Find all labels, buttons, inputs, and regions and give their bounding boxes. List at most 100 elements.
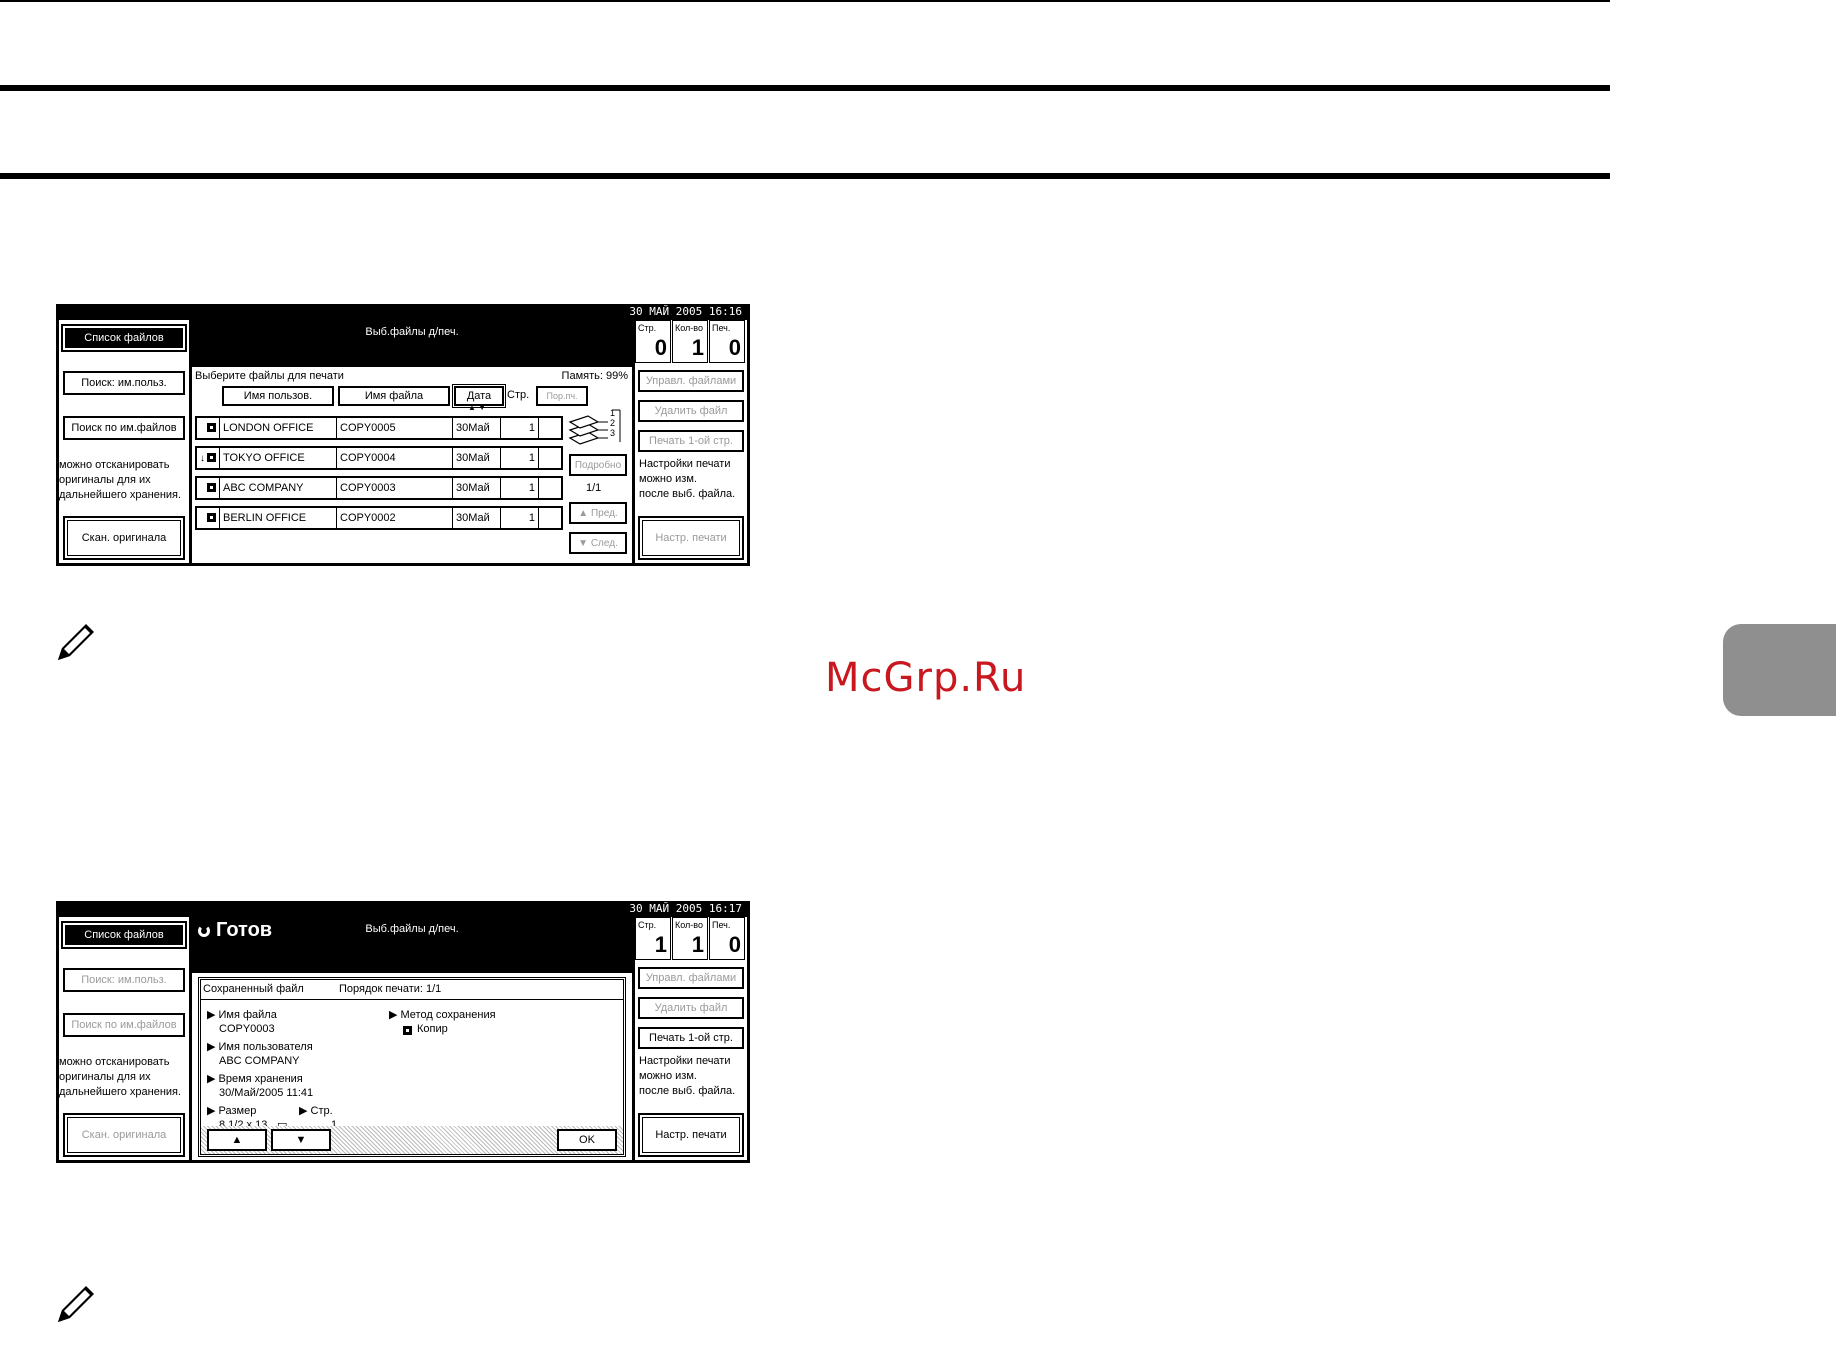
counter-value: 1 bbox=[691, 932, 704, 957]
settings-note-line-2: можно изм. bbox=[639, 473, 697, 485]
settings-note-line-1: Настройки печати bbox=[639, 458, 731, 470]
row-file: COPY0004 bbox=[337, 448, 453, 468]
sort-file-button[interactable]: Имя файла bbox=[338, 386, 450, 406]
settings-note-line-3: после выб. файла. bbox=[639, 1085, 736, 1097]
counter-printed: Печ. 0 bbox=[709, 917, 745, 960]
scan-info-line-1: можно отсканировать bbox=[59, 1056, 170, 1068]
ok-button[interactable]: OK bbox=[557, 1129, 617, 1151]
user-label: ▶ Имя пользователя bbox=[207, 1041, 313, 1053]
user-value: ABC COMPANY bbox=[219, 1055, 300, 1067]
file-name-label: ▶ Имя файла bbox=[207, 1009, 277, 1021]
scroll-down-button[interactable]: ▼ bbox=[271, 1129, 331, 1151]
page-indicator: 1/1 bbox=[586, 482, 602, 494]
scan-original-button[interactable]: Скан. оригинала bbox=[63, 1113, 185, 1157]
main-area: Готов Выб.файлы д/печ. Сохраненный файл … bbox=[192, 917, 632, 1160]
pages-label: ▶ Стр. bbox=[299, 1105, 333, 1117]
row-file: COPY0005 bbox=[337, 418, 453, 438]
print-order-stack-icon bbox=[568, 409, 621, 445]
print-order-text: Порядок печати: 1/1 bbox=[339, 983, 442, 995]
search-user-button[interactable]: Поиск: им.польз. bbox=[63, 968, 185, 992]
saved-file-heading: Сохраненный файл bbox=[203, 983, 304, 995]
counter-label: Печ. bbox=[712, 920, 731, 930]
row-file: COPY0003 bbox=[337, 478, 453, 498]
table-row[interactable]: BERLIN OFFICE COPY0002 30Май 1 bbox=[195, 506, 563, 530]
search-user-button[interactable]: Поиск: им.польз. bbox=[63, 371, 185, 395]
scan-info-line-3: дальнейшего хранения. bbox=[59, 489, 182, 501]
select-prompt: Выберите файлы для печати bbox=[195, 370, 344, 382]
counter-label: Кол-во bbox=[675, 323, 703, 333]
settings-note-line-3: после выб. файла. bbox=[639, 488, 736, 500]
scan-original-button[interactable]: Скан. оригинала bbox=[63, 516, 185, 560]
print-settings-button[interactable]: Настр. печати bbox=[638, 516, 744, 560]
main-area: Выб.файлы д/печ. Выберите файлы для печа… bbox=[192, 320, 632, 563]
memory-indicator: Память: 99% bbox=[561, 370, 628, 382]
counter-label: Печ. bbox=[712, 323, 731, 333]
row-user: TOKYO OFFICE bbox=[219, 448, 337, 468]
copy-file-icon bbox=[207, 483, 216, 492]
settings-note-line-1: Настройки печати bbox=[639, 1055, 731, 1067]
file-list-button[interactable]: Список файлов bbox=[61, 921, 187, 949]
counter-label: Кол-во bbox=[675, 920, 703, 930]
file-list-button[interactable]: Список файлов bbox=[61, 324, 187, 352]
printer-panel-file-details: 30 МАЙ 2005 16:17 Список файлов Поиск: и… bbox=[56, 901, 750, 1163]
delete-file-button[interactable]: Удалить файл bbox=[638, 400, 744, 422]
panel-datetime: 30 МАЙ 2005 16:16 bbox=[629, 305, 742, 318]
table-row[interactable]: LONDON OFFICE COPY0005 30Май 1 bbox=[195, 416, 563, 440]
search-file-button[interactable]: Поиск по им.файлов bbox=[63, 416, 185, 440]
table-row[interactable]: ABC COMPANY COPY0003 30Май 1 bbox=[195, 476, 563, 500]
copy-file-icon bbox=[403, 1026, 412, 1035]
screen-title: Выб.файлы д/печ. bbox=[365, 923, 459, 935]
counter-label: Стр. bbox=[638, 323, 657, 333]
print-first-page-button[interactable]: Печать 1-ой стр. bbox=[638, 1027, 744, 1049]
detail-button-bar: ▲ ▼ OK bbox=[201, 1126, 623, 1154]
left-column: Список файлов Поиск: им.польз. Поиск по … bbox=[59, 320, 189, 563]
search-file-button[interactable]: Поиск по им.файлов bbox=[63, 1013, 185, 1037]
print-order-button[interactable]: Пор.пч. bbox=[536, 386, 588, 406]
lock-icon: ↓ bbox=[200, 453, 205, 464]
title-bar: Готов Выб.файлы д/печ. bbox=[192, 917, 632, 973]
row-file: COPY0002 bbox=[337, 508, 453, 528]
row-user: LONDON OFFICE bbox=[219, 418, 337, 438]
top-rule bbox=[0, 0, 1610, 2]
panel-datetime: 30 МАЙ 2005 16:17 bbox=[629, 902, 742, 915]
file-name-value: COPY0003 bbox=[219, 1023, 275, 1035]
note-pencil-icon bbox=[58, 624, 94, 660]
prev-page-button[interactable]: ▲ Пред. bbox=[569, 502, 627, 524]
counter-value: 0 bbox=[654, 335, 667, 360]
row-user: BERLIN OFFICE bbox=[219, 508, 337, 528]
row-date: 30Май bbox=[453, 508, 501, 528]
detail-divider bbox=[201, 999, 623, 1000]
row-date: 30Май bbox=[453, 448, 501, 468]
time-value: 30/Май/2005 11:41 bbox=[219, 1087, 314, 1099]
table-row[interactable]: ↓ TOKYO OFFICE COPY0004 30Май 1 bbox=[195, 446, 563, 470]
counter-value: 1 bbox=[691, 335, 704, 360]
counter-quantity: Кол-во 1 bbox=[672, 917, 708, 960]
details-button[interactable]: Подробно bbox=[569, 454, 627, 476]
pages-column-header: Стр. bbox=[507, 389, 530, 401]
next-page-button[interactable]: ▼ След. bbox=[569, 532, 627, 554]
right-column: Стр. 1 Кол-во 1 Печ. 0 Управл. файлами У… bbox=[635, 917, 747, 1160]
right-column: Стр. 0 Кол-во 1 Печ. 0 Управл. файлами У… bbox=[635, 320, 747, 563]
settings-note-line-2: можно изм. bbox=[639, 1070, 697, 1082]
method-value: Копир bbox=[417, 1023, 448, 1035]
header-rule-2 bbox=[0, 173, 1610, 179]
row-pages: 1 bbox=[501, 418, 539, 438]
counter-value: 0 bbox=[728, 932, 741, 957]
counter-quantity: Кол-во 1 bbox=[672, 320, 708, 363]
time-label: ▶ Время хранения bbox=[207, 1073, 303, 1085]
method-label: ▶ Метод сохранения bbox=[389, 1009, 496, 1021]
stack-label-3: 3 bbox=[610, 428, 616, 438]
screen-title: Выб.файлы д/печ. bbox=[365, 326, 459, 338]
print-settings-button[interactable]: Настр. печати bbox=[638, 1113, 744, 1157]
manage-files-button[interactable]: Управл. файлами bbox=[638, 370, 744, 392]
size-label: ▶ Размер bbox=[207, 1105, 257, 1117]
file-detail-box: Сохраненный файл Порядок печати: 1/1 ▶ И… bbox=[198, 977, 626, 1157]
sort-user-button[interactable]: Имя пользов. bbox=[222, 386, 334, 406]
scroll-up-button[interactable]: ▲ bbox=[207, 1129, 267, 1151]
title-bar: Выб.файлы д/печ. bbox=[192, 320, 632, 367]
scan-info-line-3: дальнейшего хранения. bbox=[59, 1086, 182, 1098]
delete-file-button[interactable]: Удалить файл bbox=[638, 997, 744, 1019]
print-first-page-button[interactable]: Печать 1-ой стр. bbox=[638, 430, 744, 452]
left-column: Список файлов Поиск: им.польз. Поиск по … bbox=[59, 917, 189, 1160]
manage-files-button[interactable]: Управл. файлами bbox=[638, 967, 744, 989]
